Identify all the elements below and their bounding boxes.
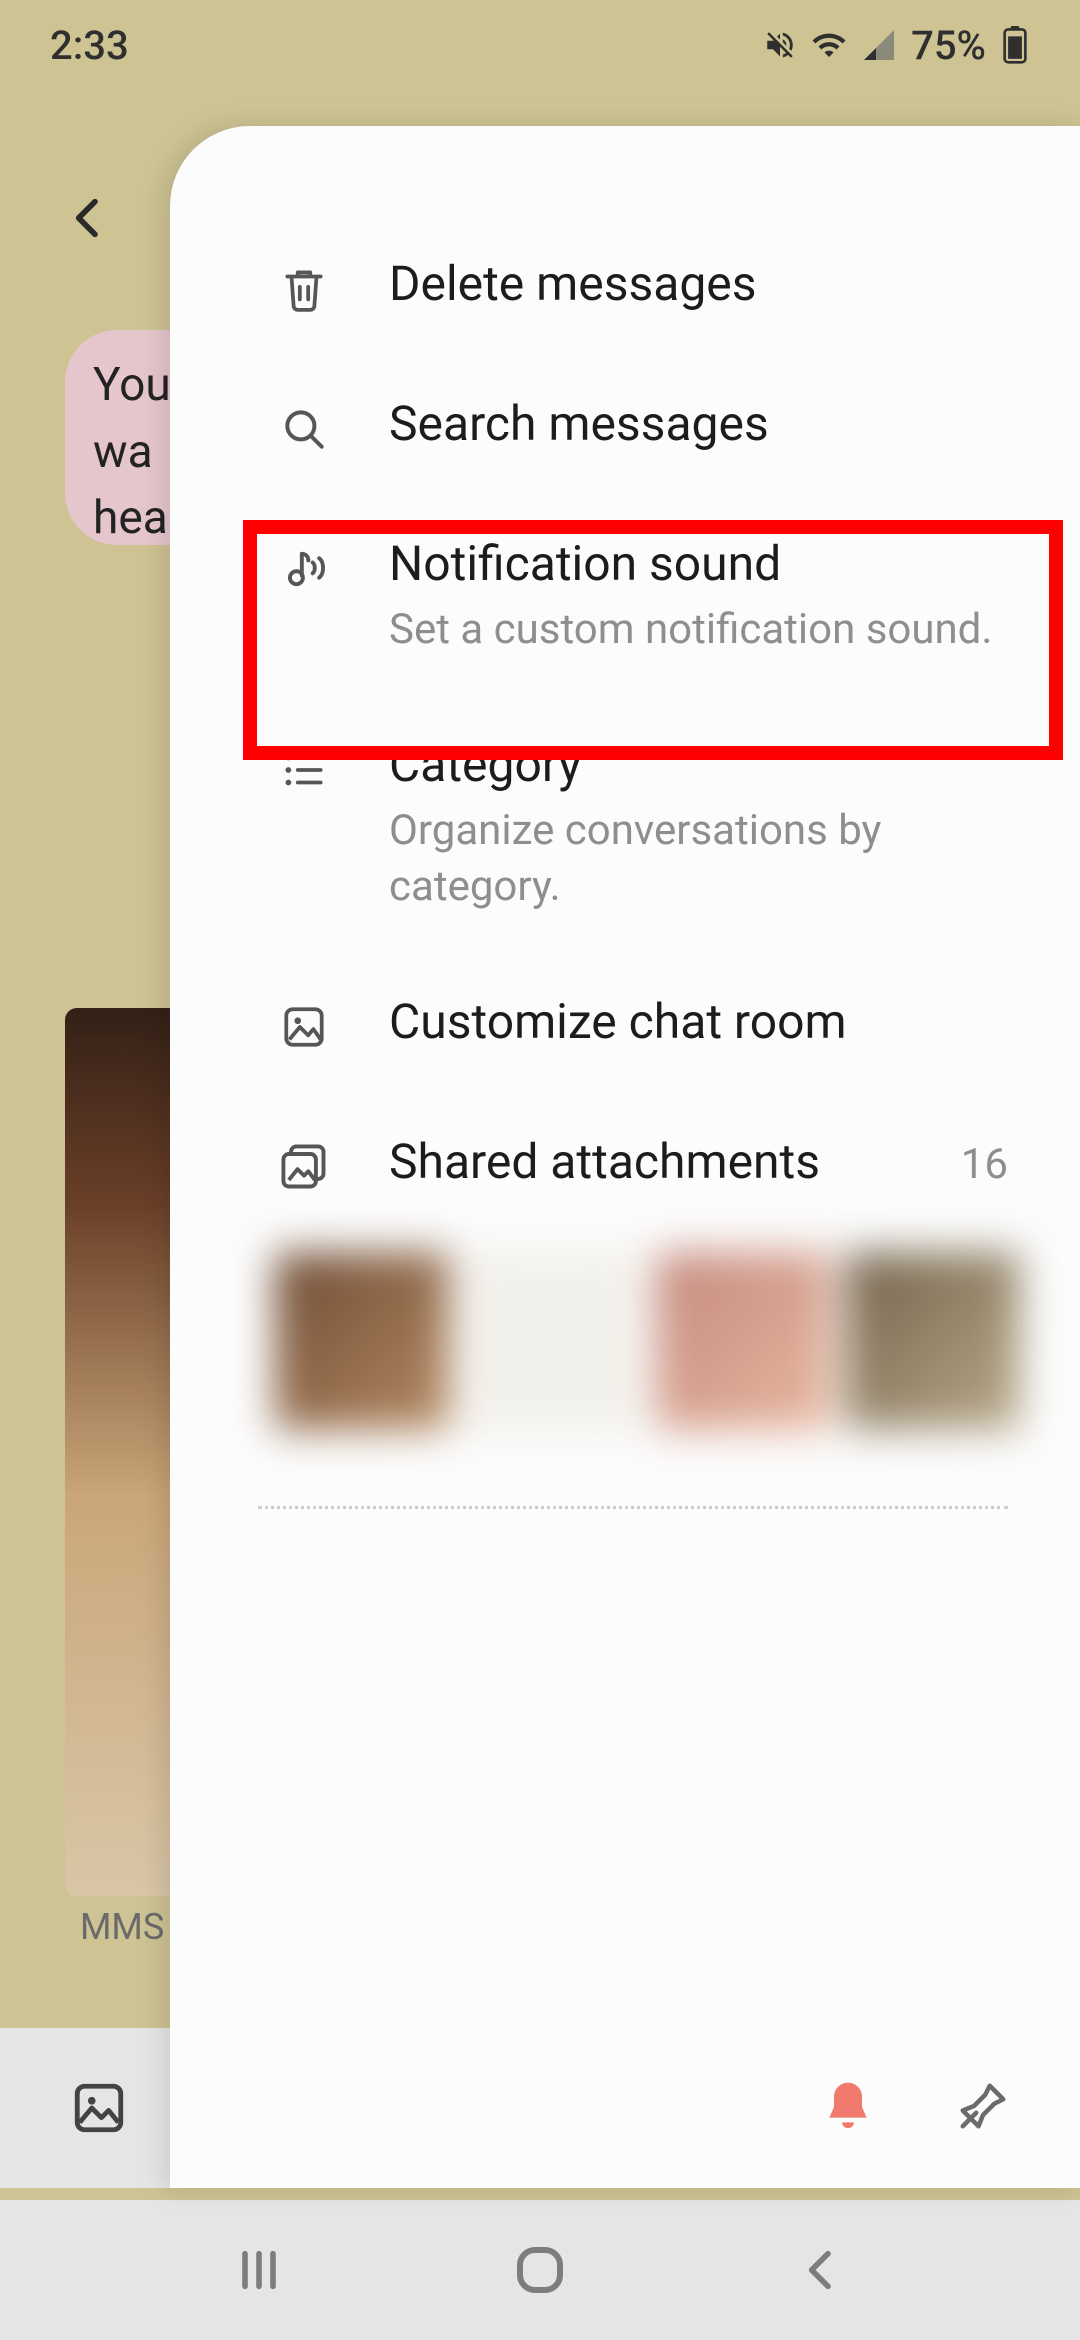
status-indicators: 75% — [763, 22, 1030, 69]
attachment-thumb[interactable] — [465, 1252, 639, 1430]
menu-shared-attachments[interactable]: Shared attachments 16 — [170, 1094, 1080, 1234]
recents-nav-icon[interactable] — [231, 2242, 287, 2298]
menu-title: Category — [389, 735, 1020, 795]
music-sound-icon — [275, 540, 333, 598]
menu-subtitle: Organize conversations by category. — [389, 803, 1020, 916]
menu-title: Notification sound — [389, 534, 1020, 594]
home-nav-icon[interactable] — [510, 2240, 570, 2300]
menu-subtitle: Set a custom notification sound. — [389, 602, 1020, 659]
chat-back-button[interactable] — [60, 190, 116, 246]
menu-separator — [258, 1506, 1008, 1509]
panel-bottom-actions — [820, 2078, 1010, 2134]
status-time: 2:33 — [50, 22, 129, 69]
attachment-thumb[interactable] — [656, 1252, 830, 1430]
menu-customize-chat-room[interactable]: Customize chat room — [170, 954, 1080, 1094]
list-icon — [275, 741, 333, 799]
attachment-thumb[interactable] — [275, 1252, 449, 1430]
wifi-icon — [811, 27, 847, 63]
back-nav-icon[interactable] — [793, 2242, 849, 2298]
mms-label: MMS — [80, 1906, 164, 1948]
mute-icon — [763, 28, 797, 62]
picture-icon — [275, 998, 333, 1056]
gallery-stack-icon — [275, 1138, 333, 1196]
attachment-thumbnails[interactable] — [170, 1234, 1080, 1452]
android-nav-bar — [0, 2200, 1080, 2340]
chat-image-attachment[interactable] — [65, 1008, 180, 1896]
battery-pct: 75% — [911, 22, 986, 69]
bell-icon[interactable] — [820, 2078, 876, 2134]
menu-title: Delete messages — [389, 254, 1020, 314]
chat-bubble-text: You wa hea — [93, 358, 171, 545]
search-icon — [275, 400, 333, 458]
attachment-thumb[interactable] — [846, 1252, 1020, 1430]
menu-search-messages[interactable]: Search messages — [170, 356, 1080, 496]
trash-icon — [275, 260, 333, 318]
battery-icon — [1000, 26, 1030, 64]
menu-title: Customize chat room — [389, 992, 1020, 1052]
signal-icon — [861, 27, 897, 63]
menu-delete-messages[interactable]: Delete messages — [170, 216, 1080, 356]
status-bar: 2:33 75% — [0, 0, 1080, 90]
menu-category[interactable]: Category Organize conversations by categ… — [170, 697, 1080, 954]
menu-notification-sound[interactable]: Notification sound Set a custom notifica… — [170, 496, 1080, 697]
attachment-count: 16 — [961, 1140, 1020, 1189]
conversation-menu-panel: Delete messages Search messages Notifica… — [170, 126, 1080, 2188]
menu-title: Search messages — [389, 394, 1020, 454]
gallery-icon[interactable] — [70, 2079, 128, 2137]
pin-icon[interactable] — [956, 2079, 1010, 2133]
menu-title: Shared attachments — [389, 1132, 905, 1192]
